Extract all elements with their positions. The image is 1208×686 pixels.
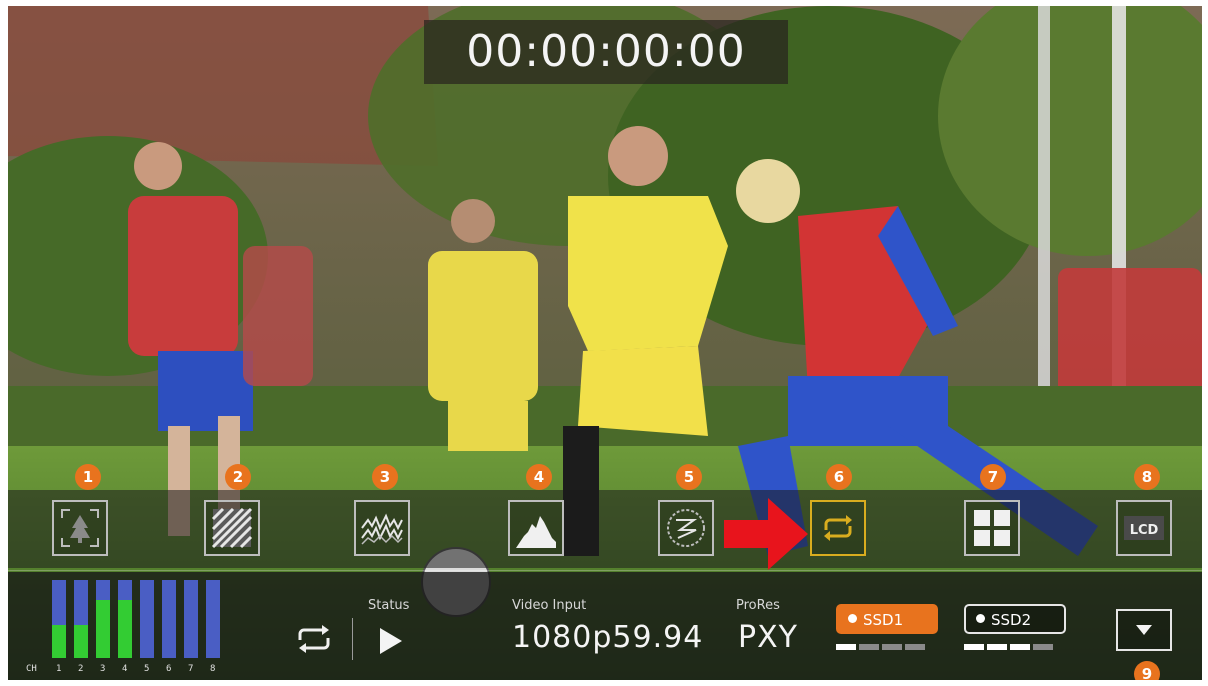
channel-prefix-label: CH (26, 664, 37, 674)
status-label: Status (368, 598, 410, 613)
callout-number-2: 2 (225, 464, 251, 490)
audio-meter-ch4 (118, 580, 132, 658)
capacity-segment (836, 644, 856, 650)
menu-dropdown-button[interactable] (1116, 609, 1172, 651)
status-separator (352, 618, 353, 660)
focus-peaking-icon (61, 509, 99, 547)
loop-button[interactable] (810, 500, 866, 556)
record-dot-icon (848, 614, 857, 623)
ssd2-label: SSD2 (991, 611, 1032, 629)
loop-status-icon (298, 625, 330, 653)
capacity-segment (1010, 644, 1030, 650)
audio-meter-ch3 (96, 580, 110, 658)
waveform-icon (361, 513, 403, 545)
anamorphic-desqueeze-button[interactable] (658, 500, 714, 556)
capacity-segment (882, 644, 902, 650)
callout-number-1: 1 (75, 464, 101, 490)
layout-grid-button[interactable] (964, 500, 1020, 556)
channel-label: 2 (78, 664, 84, 674)
codec-label: ProRes (736, 598, 780, 613)
callout-number-4: 4 (526, 464, 552, 490)
capacity-segment (859, 644, 879, 650)
channel-label: 3 (100, 664, 106, 674)
audio-meter-ch5 (140, 580, 154, 658)
capacity-segment (964, 644, 984, 650)
waveform-button[interactable] (354, 500, 410, 556)
play-icon[interactable] (378, 626, 404, 656)
capacity-segment (1033, 644, 1053, 650)
record-dot-icon (976, 614, 985, 623)
callout-number-3: 3 (372, 464, 398, 490)
anamorphic-icon (667, 509, 705, 547)
audio-meter-ch8 (206, 580, 220, 658)
video-input-value: 1080p59.94 (512, 620, 704, 655)
zebra-icon (211, 507, 253, 549)
channel-label: 7 (188, 664, 194, 674)
capacity-segment (987, 644, 1007, 650)
tool-bar (8, 490, 1202, 568)
codec-value: PXY (738, 620, 798, 655)
grid-layout-icon (974, 510, 1010, 546)
audio-meter-ch2 (74, 580, 88, 658)
focus-peaking-button[interactable] (52, 500, 108, 556)
channel-label: 5 (144, 664, 150, 674)
channel-label: 6 (166, 664, 172, 674)
channel-label: 4 (122, 664, 128, 674)
audio-meter-ch7 (184, 580, 198, 658)
zebra-button[interactable] (204, 500, 260, 556)
lcd-label: LCD (1130, 523, 1159, 538)
lcd-icon: LCD (1124, 516, 1164, 540)
capacity-segment (905, 644, 925, 650)
callout-number-8: 8 (1134, 464, 1160, 490)
audio-meter-ch6 (162, 580, 176, 658)
ssd1-badge[interactable]: SSD1 (836, 604, 938, 634)
callout-number-9: 9 (1134, 661, 1160, 680)
ssd2-badge[interactable]: SSD2 (964, 604, 1066, 634)
channel-label: 8 (210, 664, 216, 674)
ssd2-capacity-bar (964, 644, 1056, 650)
callout-number-6: 6 (826, 464, 852, 490)
histogram-icon (516, 516, 556, 548)
loop-icon (824, 515, 852, 541)
callout-number-5: 5 (676, 464, 702, 490)
histogram-button[interactable] (508, 500, 564, 556)
timecode-display: 00:00:00:00 (424, 20, 788, 84)
video-input-label: Video Input (512, 598, 587, 613)
audio-level-ch4 (118, 599, 132, 658)
red-arrow-indicator (724, 498, 808, 570)
callout-number-7: 7 (980, 464, 1006, 490)
audio-level-ch3 (96, 599, 110, 658)
ssd1-label: SSD1 (863, 611, 904, 629)
audio-level-ch1 (52, 625, 66, 658)
toolbar-divider (8, 570, 1202, 571)
channel-label: 1 (56, 664, 62, 674)
audio-level-ch2 (74, 625, 88, 658)
monitor-screen: 00:00:00:00 1 2 3 4 5 6 7 8 9 LCD CH 1 2… (8, 6, 1202, 680)
ssd1-capacity-bar (836, 644, 928, 650)
audio-meter-ch1 (52, 580, 66, 658)
chevron-down-icon (1136, 625, 1152, 635)
lcd-button[interactable]: LCD (1116, 500, 1172, 556)
